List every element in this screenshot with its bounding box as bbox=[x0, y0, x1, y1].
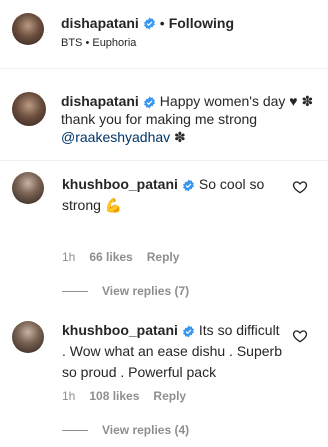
caption-username[interactable]: dishapatani bbox=[61, 93, 139, 109]
verified-icon bbox=[143, 17, 155, 29]
avatar[interactable] bbox=[12, 92, 46, 126]
divider-line bbox=[62, 290, 88, 292]
avatar[interactable] bbox=[12, 321, 44, 353]
view-replies-label: View replies (4) bbox=[102, 423, 190, 437]
comment-text: khushboo_patani Its so difficult . Wow w… bbox=[62, 320, 284, 383]
comments-view: dishapatani • Following BTS • Euphoria d… bbox=[0, 0, 328, 447]
header-title-row: dishapatani • Following bbox=[61, 13, 234, 33]
heart-icon[interactable] bbox=[292, 179, 308, 195]
mention-link[interactable]: @raakeshyadhav bbox=[61, 129, 170, 145]
following-button[interactable]: Following bbox=[169, 15, 234, 31]
view-replies-button[interactable]: View replies (7) bbox=[62, 284, 189, 298]
view-replies-label: View replies (7) bbox=[102, 284, 190, 298]
divider-line bbox=[62, 429, 88, 431]
verified-icon bbox=[182, 325, 194, 338]
caption-tail: ✽ bbox=[170, 129, 186, 145]
comment-time: 1h bbox=[62, 250, 76, 264]
comment-meta: 1h 66 likes Reply bbox=[62, 250, 179, 264]
comment-meta: 1h 108 likes Reply bbox=[62, 389, 186, 403]
comment-username[interactable]: khushboo_patani bbox=[62, 322, 178, 338]
comment-text: khushboo_patani So cool so strong 💪 bbox=[62, 174, 284, 216]
view-replies-button[interactable]: View replies (4) bbox=[62, 423, 189, 437]
comment-item: khushboo_patani Its so difficult . Wow w… bbox=[0, 310, 328, 447]
comment-username[interactable]: khushboo_patani bbox=[62, 176, 178, 192]
reply-button[interactable]: Reply bbox=[153, 389, 186, 403]
likes-count[interactable]: 108 likes bbox=[89, 389, 139, 403]
heart-icon[interactable] bbox=[292, 328, 308, 344]
avatar[interactable] bbox=[12, 172, 44, 204]
header-separator: • bbox=[159, 15, 165, 31]
verified-icon bbox=[182, 179, 194, 192]
comment-time: 1h bbox=[62, 389, 76, 403]
likes-count[interactable]: 66 likes bbox=[89, 250, 132, 264]
verified-icon bbox=[143, 96, 155, 109]
header-subtitle: BTS • Euphoria bbox=[61, 37, 137, 49]
caption-text: dishapatani Happy women's day ♥ ✽ thank … bbox=[61, 92, 319, 146]
reply-button[interactable]: Reply bbox=[147, 250, 180, 264]
header-username[interactable]: dishapatani bbox=[61, 15, 139, 31]
avatar[interactable] bbox=[12, 13, 44, 45]
comment-item: khushboo_patani So cool so strong 💪 1h 6… bbox=[0, 161, 328, 300]
post-header: dishapatani • Following BTS • Euphoria bbox=[0, 0, 328, 69]
